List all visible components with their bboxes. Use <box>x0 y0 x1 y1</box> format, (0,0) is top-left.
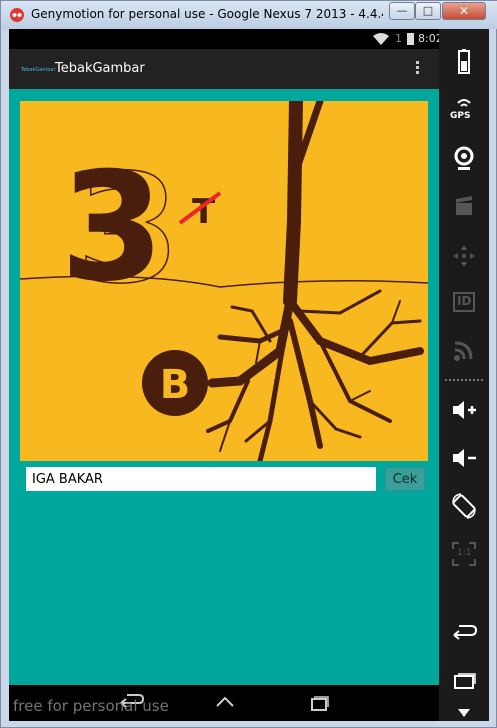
answer-input[interactable] <box>26 467 376 491</box>
webcam-icon <box>454 146 474 170</box>
window-titlebar[interactable]: Genymotion for personal use - Google Nex… <box>1 1 497 29</box>
watermark-text: free for personal use <box>13 697 169 715</box>
rss-icon <box>454 341 473 361</box>
gps-label: GPS <box>450 111 471 121</box>
volume-up-button[interactable] <box>449 395 479 425</box>
rotate-icon <box>452 493 476 519</box>
puzzle-illustration: 3 3 T B <box>20 101 428 461</box>
id-label: ID <box>457 294 472 308</box>
clapperboard-icon <box>456 196 472 215</box>
close-button[interactable]: ✕ <box>442 2 486 20</box>
recents-icon[interactable] <box>305 693 333 713</box>
home-icon[interactable] <box>211 693 239 713</box>
genymotion-icon <box>10 8 24 22</box>
back-icon <box>453 625 478 640</box>
device-screen: 1 8:02 TebakGambar TebakGambar 3 3 T <box>9 29 439 721</box>
maximize-button[interactable]: □ <box>415 2 441 20</box>
sidebar-separator <box>445 379 483 381</box>
puzzle-image: 3 3 T B <box>20 101 428 461</box>
status-time: 8:02 <box>418 32 439 45</box>
app-logo: TebakGambar <box>21 67 56 73</box>
wifi-icon <box>373 33 389 45</box>
battery-icon <box>407 33 414 45</box>
pixel-perfect-button[interactable]: 1:1 <box>449 539 479 569</box>
volume-up-icon <box>453 401 476 419</box>
menu-icon <box>454 673 476 689</box>
scroll-down-icon[interactable] <box>458 709 470 717</box>
menu-button[interactable] <box>449 667 479 697</box>
content-area: 3 3 T B IGA BAKAR Cek <box>9 89 439 685</box>
battery-widget-button[interactable] <box>449 47 479 77</box>
device-id-widget-button[interactable]: ID <box>449 287 479 317</box>
puzzle-circle-letter: B <box>160 362 191 408</box>
signal-text: 1 <box>395 32 402 45</box>
window-title: Genymotion for personal use - Google Nex… <box>31 7 383 21</box>
rotate-button[interactable] <box>449 491 479 521</box>
dpad-widget-button[interactable] <box>449 241 479 271</box>
camera-widget-button[interactable] <box>449 143 479 173</box>
network-widget-button[interactable] <box>449 335 479 365</box>
screencast-widget-button[interactable] <box>449 191 479 221</box>
minimize-button[interactable]: — <box>389 2 415 20</box>
check-button[interactable]: Cek <box>385 467 425 491</box>
overflow-menu-icon[interactable] <box>413 59 421 79</box>
volume-down-icon <box>453 449 476 467</box>
status-bar: 1 8:02 <box>9 29 439 49</box>
move-icon <box>453 245 475 267</box>
battery-icon <box>458 49 470 74</box>
back-button[interactable] <box>449 619 479 649</box>
app-title: TebakGambar <box>55 61 145 76</box>
volume-down-button[interactable] <box>449 443 479 473</box>
puzzle-number: 3 <box>60 141 164 315</box>
action-bar: TebakGambar TebakGambar <box>9 49 439 89</box>
genymotion-sidebar: GPS ID 1:1 <box>439 29 489 721</box>
emulator-window: Genymotion for personal use - Google Nex… <box>0 0 497 728</box>
pixel-label: 1:1 <box>457 548 472 558</box>
